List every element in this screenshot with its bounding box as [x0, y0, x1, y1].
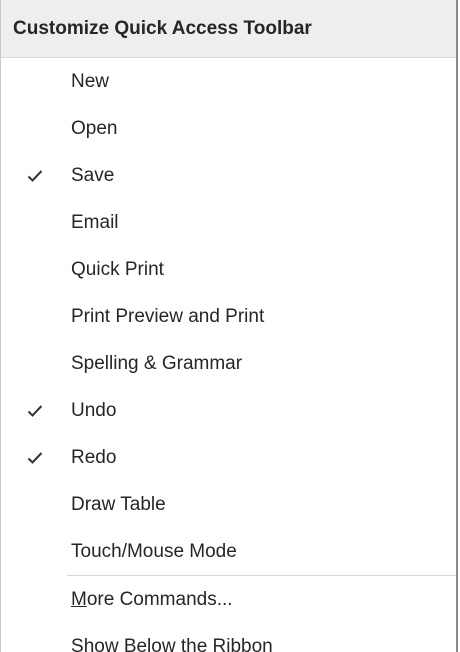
menu-item-open[interactable]: Open	[1, 105, 456, 152]
menu-item-draw-table[interactable]: Draw Table	[1, 481, 456, 528]
menu-item-show-below-ribbon[interactable]: Show Below the Ribbon	[1, 623, 456, 652]
label-rest: ore Commands...	[86, 588, 233, 610]
accelerator-key: M	[71, 588, 87, 610]
menu-item-email[interactable]: Email	[1, 199, 456, 246]
menu-items: New Open Save Email Quick Print Print Pr…	[1, 58, 456, 652]
menu-item-label: Redo	[71, 446, 117, 468]
menu-item-label: More Commands...	[71, 589, 233, 611]
menu-item-new[interactable]: New	[1, 58, 456, 105]
menu-item-quick-print[interactable]: Quick Print	[1, 246, 456, 293]
menu-item-print-preview[interactable]: Print Preview and Print	[1, 293, 456, 340]
menu-item-label: Spelling & Grammar	[71, 352, 243, 374]
check-icon	[25, 152, 45, 199]
menu-title: Customize Quick Access Toolbar	[1, 0, 456, 58]
customize-qat-menu: Customize Quick Access Toolbar New Open …	[0, 0, 458, 652]
menu-item-spelling-grammar[interactable]: Spelling & Grammar	[1, 340, 456, 387]
menu-item-touch-mouse-mode[interactable]: Touch/Mouse Mode	[1, 528, 456, 575]
menu-item-label: Open	[71, 117, 118, 139]
menu-item-label: Print Preview and Print	[71, 305, 265, 327]
menu-item-label: Show Below the Ribbon	[71, 636, 273, 652]
menu-item-label: Draw Table	[71, 493, 166, 515]
label-rest: how Below the Ribbon	[83, 635, 273, 652]
menu-item-label: Save	[71, 164, 115, 186]
menu-item-more-commands[interactable]: More Commands...	[1, 576, 456, 623]
accelerator-key: S	[71, 635, 84, 652]
menu-item-undo[interactable]: Undo	[1, 387, 456, 434]
menu-item-label: Email	[71, 211, 119, 233]
menu-item-label: Quick Print	[71, 258, 164, 280]
menu-item-label: Undo	[71, 399, 117, 421]
menu-item-redo[interactable]: Redo	[1, 434, 456, 481]
menu-item-label: Touch/Mouse Mode	[71, 540, 237, 562]
menu-item-save[interactable]: Save	[1, 152, 456, 199]
check-icon	[25, 434, 45, 481]
menu-item-label: New	[71, 70, 110, 92]
check-icon	[25, 387, 45, 434]
